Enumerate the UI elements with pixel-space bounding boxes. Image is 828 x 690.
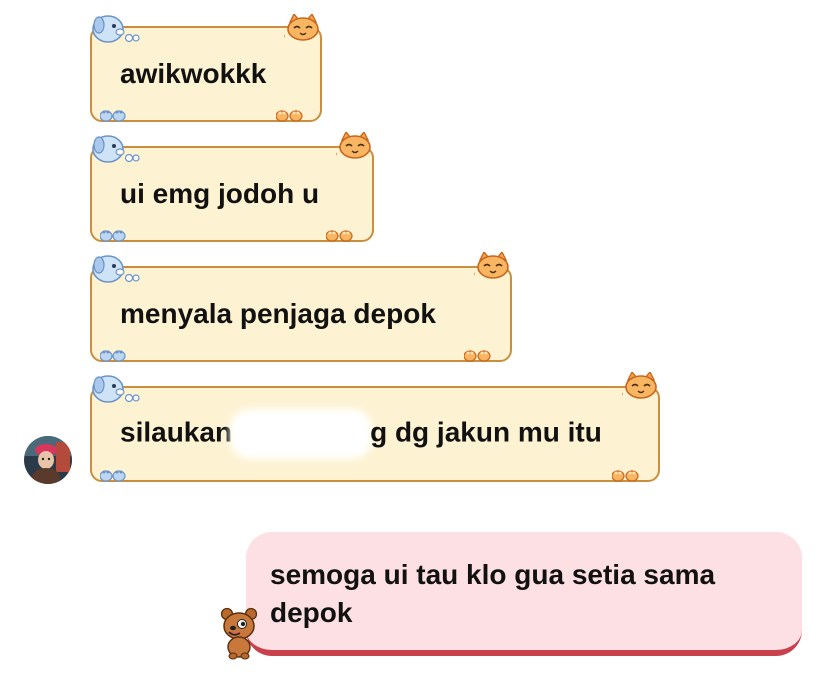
orange-paw-icon [326, 230, 353, 242]
orange-cat-icon [474, 252, 509, 279]
blue-paw-icon [100, 469, 126, 482]
received-message-bubble[interactable]: silaukan g dg jakun mu itu [90, 386, 660, 482]
redacted-region [236, 415, 367, 453]
blue-paw-icon [100, 229, 126, 242]
orange-cat-icon [336, 132, 371, 159]
orange-cat-icon [622, 372, 657, 399]
blue-dog-icon [92, 15, 140, 43]
message-text: awikwokkk [120, 58, 267, 89]
orange-paw-icon [464, 350, 491, 362]
blue-dog-icon [92, 135, 140, 163]
message-text: silaukan g dg jakun mu itu [120, 415, 602, 453]
orange-cat-icon [284, 14, 319, 41]
message-text-part: silaukan [120, 416, 233, 448]
blue-dog-icon [92, 375, 140, 403]
message-text: menyala penjaga depok [120, 298, 436, 329]
avatar-image [24, 436, 72, 484]
bear-icon [220, 607, 258, 660]
message-text: ui emg jodoh u [120, 178, 320, 209]
blue-paw-icon [100, 349, 126, 362]
contact-avatar[interactable] [24, 436, 72, 484]
message-text-part: g dg jakun mu itu [370, 416, 602, 448]
message-text: semoga ui tau klo gua setia sama depok [270, 559, 716, 628]
sent-message-bubble[interactable]: semoga ui tau klo gua setia sama depok [246, 532, 802, 656]
received-message-bubble[interactable]: menyala penjaga depok [90, 266, 512, 362]
blue-dog-icon [92, 255, 140, 283]
orange-paw-icon [276, 110, 303, 122]
blue-paw-icon [100, 109, 126, 122]
orange-paw-icon [612, 470, 639, 482]
